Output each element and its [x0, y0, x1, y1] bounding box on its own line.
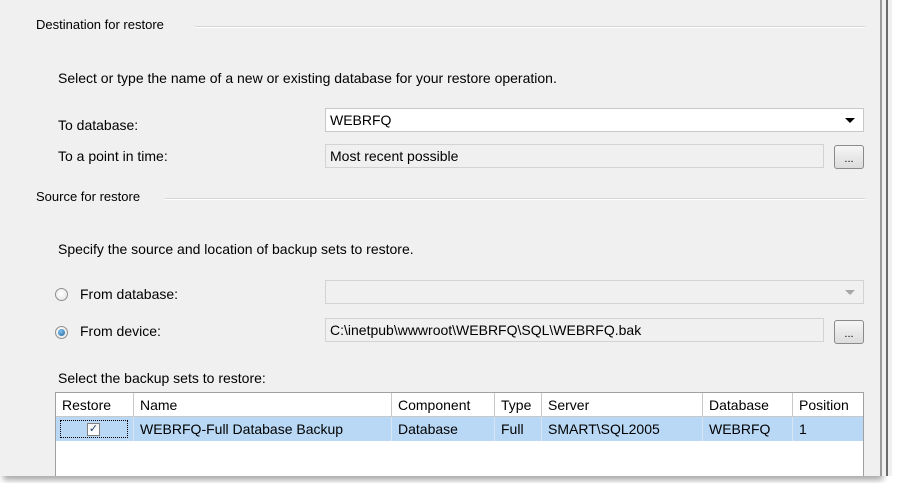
position-cell: 1 — [799, 421, 807, 437]
to-database-combobox[interactable]: WEBRFQ — [325, 108, 864, 132]
chevron-down-icon[interactable] — [845, 118, 855, 123]
component-cell: Database — [392, 417, 495, 441]
to-database-value: WEBRFQ — [330, 112, 392, 128]
server-cell: SMART\SQL2005 — [542, 417, 703, 441]
from-device-browse-button[interactable]: ... — [834, 320, 864, 344]
source-group-title: Source for restore — [36, 189, 149, 204]
point-in-time-browse-button[interactable]: ... — [834, 145, 864, 169]
to-database-label: To database: — [58, 117, 139, 133]
column-header-name[interactable]: Name — [134, 393, 392, 417]
from-device-path-field: C:\inetpub\wwwroot\WEBRFQ\SQL\WEBRFQ.bak — [325, 318, 824, 342]
from-device-radio[interactable] — [55, 326, 68, 339]
destination-group-title: Destination for restore — [36, 17, 172, 32]
column-header-type[interactable]: Type — [495, 393, 542, 417]
restore-cell[interactable]: ✓ — [56, 417, 134, 441]
database-cell: WEBRFQ — [703, 417, 793, 441]
column-header-position[interactable]: Position — [793, 393, 863, 417]
from-device-path-value: C:\inetpub\wwwroot\WEBRFQ\SQL\WEBRFQ.bak — [330, 322, 642, 338]
column-header-database[interactable]: Database — [703, 393, 793, 417]
destination-description: Select or type the name of a new or exis… — [58, 70, 557, 86]
source-description: Specify the source and location of backu… — [58, 241, 414, 257]
table-row[interactable]: ✓ WEBRFQ-Full Database Backup Database F… — [56, 417, 863, 441]
point-in-time-value: Most recent possible — [330, 148, 459, 164]
from-device-label[interactable]: From device: — [80, 323, 161, 339]
column-header-component[interactable]: Component — [392, 393, 495, 417]
type-cell: Full — [495, 417, 542, 441]
from-database-radio[interactable] — [55, 288, 68, 301]
point-in-time-label: To a point in time: — [58, 148, 168, 164]
window-edge — [880, 0, 892, 476]
name-cell: WEBRFQ-Full Database Backup — [134, 417, 392, 441]
column-header-restore[interactable]: Restore — [56, 393, 134, 417]
destination-group-divider — [195, 26, 865, 28]
restore-options-panel: Destination for restore Select or type t… — [0, 0, 880, 476]
source-group-divider — [165, 198, 865, 200]
from-database-label[interactable]: From database: — [80, 286, 178, 302]
chevron-down-icon[interactable] — [845, 290, 855, 295]
checkbox-icon[interactable]: ✓ — [87, 423, 100, 436]
backup-sets-grid[interactable]: Restore Name Component Type Server Datab… — [55, 392, 864, 476]
column-header-server[interactable]: Server — [542, 393, 703, 417]
point-in-time-field: Most recent possible — [325, 144, 824, 168]
backup-sets-label: Select the backup sets to restore: — [58, 370, 266, 386]
from-database-combobox[interactable] — [325, 280, 864, 304]
